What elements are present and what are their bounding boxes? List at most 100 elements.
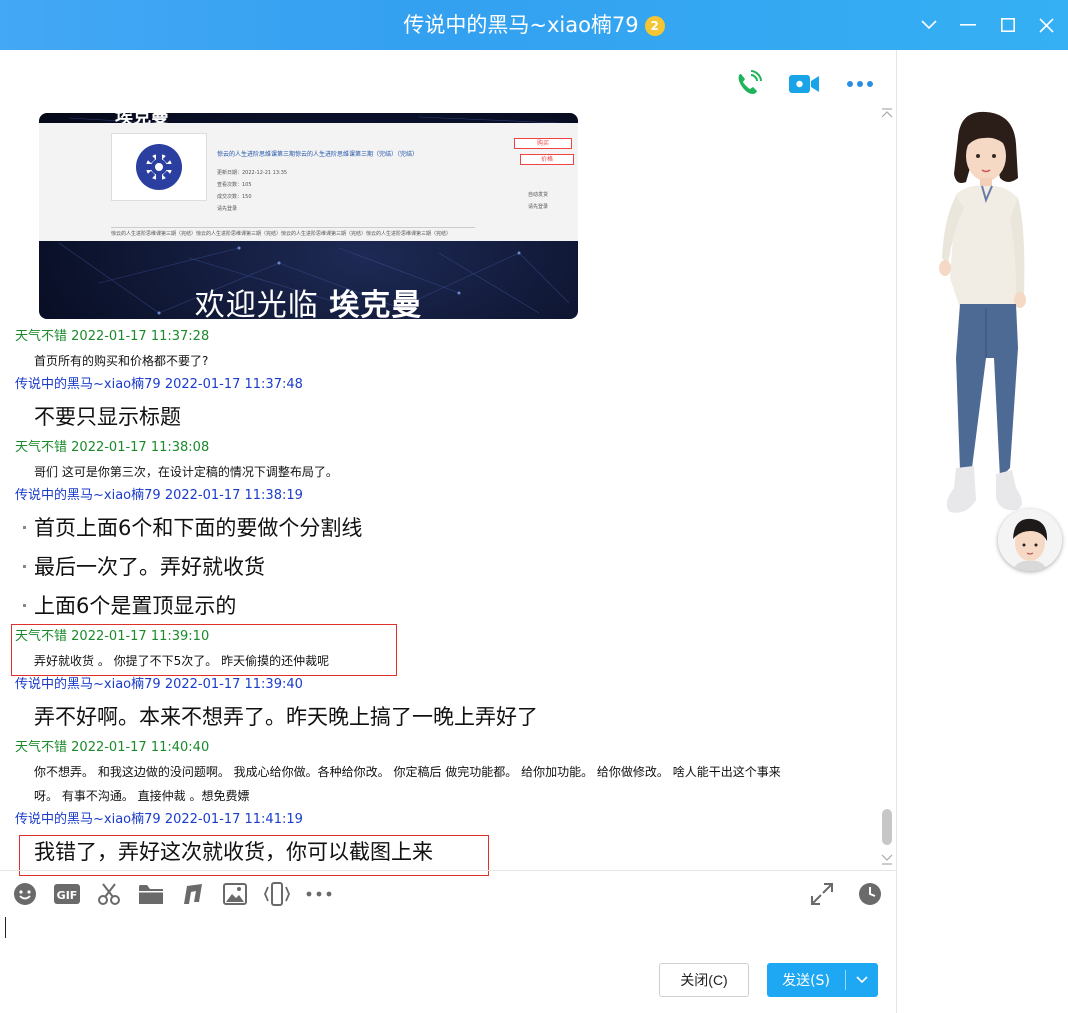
meta-line: 更新日期：2022-12-21 13:35 bbox=[217, 170, 288, 176]
meta-line: 成交次数：150 bbox=[217, 194, 252, 200]
message-text: 我错了，弄好这次就收货，你可以截图上来 bbox=[34, 840, 433, 864]
window-title-text: 传说中的黑马~xiao楠79 bbox=[403, 13, 639, 37]
minimize-button[interactable] bbox=[953, 10, 983, 40]
vip-badge-icon: 2 bbox=[644, 16, 665, 36]
file-button[interactable] bbox=[136, 880, 166, 908]
bullet-icon bbox=[23, 604, 26, 607]
shake-icon bbox=[264, 882, 290, 906]
sender-name: 天气不错 bbox=[15, 329, 68, 344]
shared-screenshot-image[interactable]: 埃克曼 惊云的人生进阶思维课第三期惊云的人生进阶思维课第三期（完结）（完结） 更… bbox=[39, 113, 578, 319]
sender-name: 传说中的黑马~xiao楠79 bbox=[15, 677, 161, 692]
message-time: 2022-01-17 11:38:19 bbox=[164, 488, 303, 503]
product-title: 惊云的人生进阶思维课第三期惊云的人生进阶思维课第三期（完结）（完结） bbox=[217, 151, 419, 158]
scroll-bottom-button[interactable] bbox=[880, 851, 894, 865]
message-header: 传说中的黑马~xiao楠79 2022-01-17 11:38:19 bbox=[15, 487, 303, 505]
message-text: 哥们 这可是你第三次，在设计定稿的情况下调整布局了。 bbox=[34, 465, 338, 479]
message-text: 上面6个是置顶显示的 bbox=[34, 594, 237, 618]
message-header: 传说中的黑马~xiao楠79 2022-01-17 11:37:48 bbox=[15, 376, 303, 394]
message-time: 2022-01-17 11:37:28 bbox=[71, 329, 210, 344]
emoji-icon bbox=[14, 883, 36, 905]
welcome-prefix: 欢迎光临 bbox=[194, 288, 319, 319]
bullet-icon bbox=[23, 526, 26, 529]
close-icon bbox=[1038, 17, 1054, 33]
send-label[interactable]: 发送(S) bbox=[767, 970, 845, 990]
more-icon bbox=[306, 891, 332, 897]
product-logo bbox=[111, 133, 207, 201]
image-icon bbox=[223, 883, 247, 905]
message-time: 2022-01-17 11:39:10 bbox=[71, 629, 210, 644]
buy-label: 购买 bbox=[514, 138, 572, 149]
sender-name: 传说中的黑马~xiao楠79 bbox=[15, 812, 161, 827]
welcome-brand: 埃克曼 bbox=[329, 288, 423, 319]
video-call-icon bbox=[789, 75, 819, 93]
phone-call-button[interactable] bbox=[730, 67, 766, 101]
message-text: 不要只显示标题 bbox=[34, 405, 181, 429]
phone-call-icon bbox=[738, 70, 762, 94]
welcome-text: 欢迎光临 埃克曼 bbox=[39, 288, 578, 319]
image-button[interactable] bbox=[220, 880, 250, 908]
window-title: 传说中的黑马~xiao楠79 2 bbox=[0, 11, 1068, 39]
text-caret bbox=[5, 917, 6, 938]
scroll-top-button[interactable] bbox=[880, 106, 894, 120]
expand-icon bbox=[811, 883, 833, 905]
sender-name: 天气不错 bbox=[15, 629, 68, 644]
message-text: 首页所有的购买和价格都不要了? bbox=[34, 354, 209, 368]
screenshot-button[interactable] bbox=[94, 880, 124, 908]
meta-line: 查看次数：105 bbox=[217, 182, 252, 188]
price-label: 价格 bbox=[520, 154, 574, 165]
bullet-icon bbox=[23, 565, 26, 568]
message-text: 首页上面6个和下面的要做个分割线 bbox=[34, 516, 363, 540]
sender-name: 天气不错 bbox=[15, 740, 68, 755]
chevron-down-icon bbox=[921, 20, 937, 30]
send-button[interactable]: 发送(S) bbox=[767, 963, 878, 997]
boy-avatar-icon bbox=[998, 509, 1062, 571]
send-options-button[interactable] bbox=[846, 963, 878, 997]
input-divider bbox=[0, 870, 896, 871]
message-history-button[interactable] bbox=[856, 880, 884, 908]
message-header: 天气不错 2022-01-17 11:39:10 bbox=[15, 628, 209, 646]
collapse-button[interactable] bbox=[914, 10, 944, 40]
chevron-down-icon bbox=[856, 976, 868, 984]
shake-button[interactable] bbox=[262, 880, 292, 908]
emoji-button[interactable] bbox=[10, 880, 40, 908]
sender-name: 传说中的黑马~xiao楠79 bbox=[15, 488, 161, 503]
call-toolbar bbox=[730, 67, 878, 101]
message-time: 2022-01-17 11:37:48 bbox=[164, 377, 303, 392]
right-line: 请先登录 bbox=[527, 204, 548, 210]
more-tools-button[interactable] bbox=[304, 880, 334, 908]
maximize-button[interactable] bbox=[993, 10, 1023, 40]
scroll-bottom-icon bbox=[881, 854, 893, 865]
scrollbar-thumb[interactable] bbox=[882, 809, 892, 845]
input-toolbar: GIF bbox=[10, 880, 334, 908]
sender-name: 传说中的黑马~xiao楠79 bbox=[15, 377, 161, 392]
right-line: 自动发货 bbox=[527, 192, 548, 198]
girl-avatar-icon bbox=[939, 111, 1026, 513]
music-button[interactable] bbox=[178, 880, 208, 908]
more-options-button[interactable] bbox=[842, 67, 878, 101]
meta-line: 请先登录 bbox=[217, 206, 238, 212]
self-avatar[interactable] bbox=[998, 509, 1062, 571]
product-card: 惊云的人生进阶思维课第三期惊云的人生进阶思维课第三期（完结）（完结） 更新日期：… bbox=[39, 123, 578, 241]
scroll-top-icon bbox=[881, 108, 893, 118]
message-text: 弄不好啊。本来不想弄了。昨天晚上搞了一晚上弄好了 bbox=[34, 705, 538, 729]
message-time: 2022-01-17 11:41:19 bbox=[164, 812, 303, 827]
expand-input-button[interactable] bbox=[808, 880, 836, 908]
close-button[interactable]: 关闭(C) bbox=[659, 963, 749, 997]
message-header: 传说中的黑马~xiao楠79 2022-01-17 11:41:19 bbox=[15, 811, 303, 829]
folder-icon bbox=[139, 885, 163, 904]
scissors-icon bbox=[98, 883, 120, 905]
message-header: 天气不错 2022-01-17 11:38:08 bbox=[15, 439, 209, 457]
message-text: 弄好就收货 。 你提了不下5次了。 昨天偷摸的还仲裁呢 bbox=[34, 654, 330, 668]
message-text: 呀。 有事不沟通。 直接仲裁 。想免费嫖 bbox=[34, 789, 250, 803]
message-input[interactable] bbox=[0, 912, 896, 956]
message-time: 2022-01-17 11:40:40 bbox=[71, 740, 210, 755]
message-header: 天气不错 2022-01-17 11:40:40 bbox=[15, 739, 209, 757]
video-call-button[interactable] bbox=[786, 67, 822, 101]
gear-logo-icon bbox=[136, 144, 182, 190]
gif-button[interactable]: GIF bbox=[52, 880, 82, 908]
message-header: 天气不错 2022-01-17 11:37:28 bbox=[15, 328, 209, 346]
maximize-icon bbox=[1001, 18, 1015, 32]
close-window-button[interactable] bbox=[1031, 10, 1061, 40]
message-time: 2022-01-17 11:39:40 bbox=[164, 677, 303, 692]
product-footer: 惊云的人生进阶思维课第三期（完结）惊云的人生进阶思维课第三期（完结）惊云的人生进… bbox=[111, 227, 475, 237]
